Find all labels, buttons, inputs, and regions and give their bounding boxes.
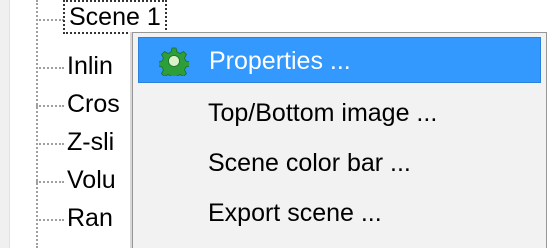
tree-item-label[interactable]: Scene 1 [63, 0, 167, 34]
left-scrollbar[interactable] [0, 0, 10, 248]
tree-connector-line [36, 0, 38, 248]
menu-item-label: Export scene ... [208, 199, 382, 227]
menu-item-label: Scene color bar ... [208, 149, 411, 177]
menu-item-properties[interactable]: Properties ... [138, 37, 541, 83]
menu-item-label: Properties ... [209, 47, 351, 75]
tree-branch-line [36, 181, 64, 183]
tree-item-label[interactable]: Volu [67, 163, 116, 197]
menu-item-export-scene[interactable]: Export scene ... [138, 190, 541, 236]
tree-item-label[interactable]: Ran [67, 201, 113, 235]
window-content: Scene 1 Inlin Cros Z-sli Volu Ran Proper… [0, 0, 547, 248]
tree-item-label[interactable]: Z-sli [67, 125, 114, 159]
menu-item-top-bottom-image[interactable]: Top/Bottom image ... [138, 90, 541, 136]
menu-item-label: Top/Bottom image ... [208, 99, 438, 127]
context-menu: Properties ... Top/Bottom image ... Scen… [132, 32, 547, 248]
tree-item-label[interactable]: Inlin [67, 49, 113, 83]
tree-item-label[interactable]: Cros [67, 87, 120, 121]
tree-branch-line [36, 105, 64, 107]
tree-branch-line [36, 67, 64, 69]
tree-branch-line [36, 219, 64, 221]
tree-branch-line [36, 143, 64, 145]
gear-icon [159, 47, 189, 76]
tree-branch-line [36, 19, 64, 21]
menu-item-scene-color-bar[interactable]: Scene color bar ... [138, 140, 541, 186]
